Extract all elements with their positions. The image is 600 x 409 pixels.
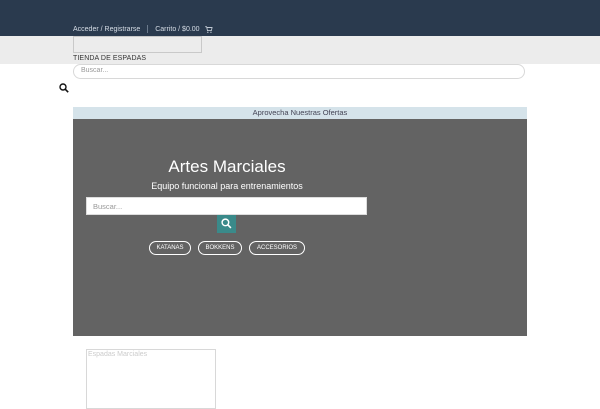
account-links: Acceder / Registrarse Carrito / $0.00: [73, 25, 213, 33]
category-accesorios-button[interactable]: ACCESORIOS: [249, 241, 305, 255]
top-bar: Acceder / Registrarse Carrito / $0.00: [0, 0, 600, 36]
search-icon: [221, 218, 232, 229]
hero-search-input[interactable]: Buscar...: [86, 197, 367, 215]
store-name: TIENDA DE ESPADAS: [73, 55, 147, 62]
search-input[interactable]: Buscar...: [73, 64, 525, 79]
divider: [147, 25, 149, 33]
logo[interactable]: [73, 36, 202, 53]
hero-section: Artes Marciales Equipo funcional para en…: [73, 119, 527, 336]
hero-search-button[interactable]: [217, 215, 236, 233]
cart-icon[interactable]: [204, 25, 213, 33]
search-icon[interactable]: [59, 83, 69, 93]
category-bokkens-button[interactable]: BOKKENS: [198, 241, 242, 255]
offer-banner[interactable]: Aprovecha Nuestras Ofertas: [73, 107, 527, 119]
sidebar-widget: Espadas Marciales: [86, 349, 216, 409]
hero-title: Artes Marciales: [168, 157, 286, 176]
hero-subtitle: Equipo funcional para entrenamientos: [151, 181, 303, 191]
cart-link[interactable]: Carrito / $0.00: [155, 26, 199, 33]
category-katanas-button[interactable]: KATANAS: [149, 241, 191, 255]
login-register-link[interactable]: Acceder / Registrarse: [73, 26, 140, 33]
